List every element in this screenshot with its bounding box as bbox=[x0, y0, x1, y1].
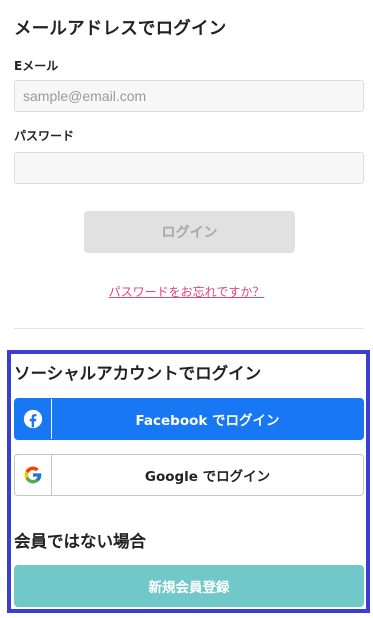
password-field[interactable] bbox=[14, 152, 364, 184]
email-label: Eメール bbox=[14, 59, 59, 73]
facebook-login-button[interactable]: Facebook でログイン bbox=[14, 398, 364, 440]
register-button[interactable]: 新規会員登録 bbox=[14, 565, 364, 607]
facebook-icon bbox=[15, 399, 52, 439]
login-button[interactable]: ログイン bbox=[84, 211, 295, 253]
google-login-button[interactable]: Google でログイン bbox=[14, 454, 364, 496]
google-icon bbox=[15, 455, 52, 495]
section-divider bbox=[14, 328, 364, 329]
forgot-password-link[interactable]: パスワードをお忘れですか？ bbox=[0, 283, 373, 300]
facebook-login-label: Facebook でログイン bbox=[135, 413, 280, 429]
social-login-heading: ソーシャルアカウントでログイン bbox=[14, 364, 262, 383]
google-login-label: Google でログイン bbox=[144, 469, 271, 485]
non-member-heading: 会員ではない場合 bbox=[14, 532, 146, 551]
login-page: メールアドレスでログイン Eメール パスワード ログイン パスワードをお忘れです… bbox=[0, 0, 373, 618]
email-login-heading: メールアドレスでログイン bbox=[14, 19, 227, 39]
email-field[interactable] bbox=[14, 80, 364, 112]
password-label: パスワード bbox=[14, 129, 75, 143]
